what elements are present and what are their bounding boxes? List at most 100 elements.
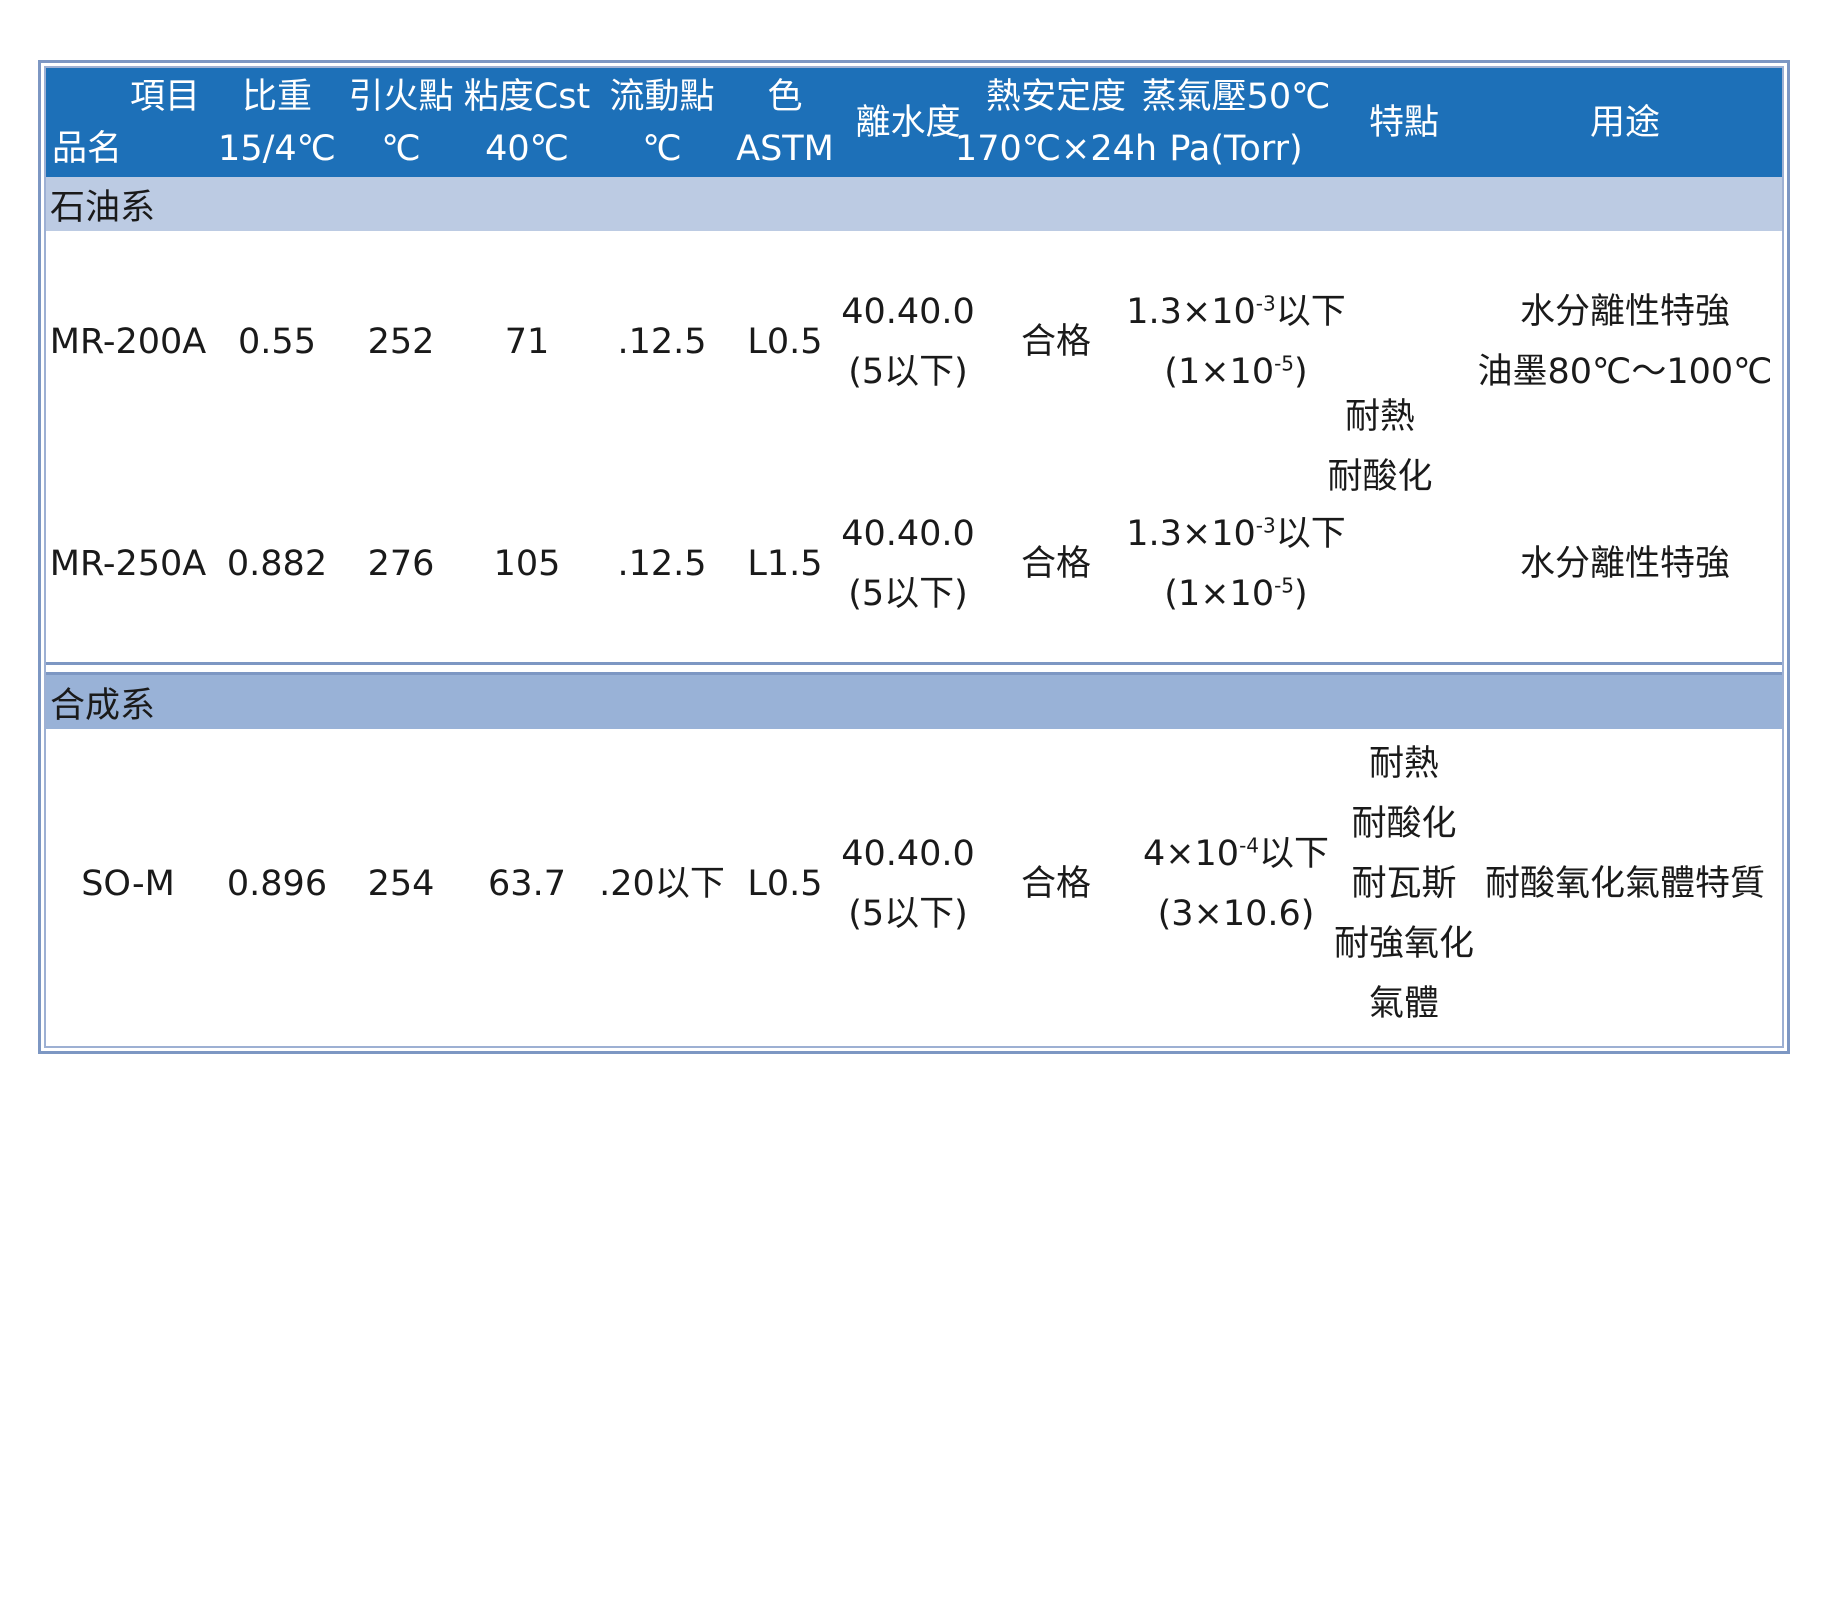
header-usage-label: 用途 xyxy=(1589,102,1660,143)
vapor-torr-base: (3×10.6) xyxy=(1157,894,1315,934)
header-color: 色 ASTM xyxy=(728,68,842,177)
cell-usage: 水分離性特強 油墨80℃～100℃ xyxy=(1474,271,1776,413)
header-feature-label: 特點 xyxy=(1368,102,1439,143)
table-row: MR-250A 0.882 276 105 .12.5 L1.5 40.40.0… xyxy=(46,493,1776,635)
header-flash: 引火點 ℃ xyxy=(344,68,458,177)
header-viscosity: 粘度Cst 40℃ xyxy=(458,68,596,177)
table-row: SO-M 0.896 254 63.7 .20以下 L0.5 40.40.0 (… xyxy=(46,729,1776,1039)
vapor-torr-tail: ) xyxy=(1294,574,1308,614)
cell-vapor: 1.3×10-3以下 (1×10-5) xyxy=(1126,493,1346,635)
vapor-torr: (1×10-5) xyxy=(1164,342,1307,402)
cell-feature: 耐熱 耐酸化 耐瓦斯 耐強氧化 氣體 xyxy=(1334,729,1474,1039)
group-body-synthetic: SO-M 0.896 254 63.7 .20以下 L0.5 40.40.0 (… xyxy=(46,729,1782,1039)
cell-usage: 水分離性特強 xyxy=(1474,493,1776,635)
cell-pour: .20以下 xyxy=(599,864,725,904)
vapor-torr: (1×10-5) xyxy=(1164,564,1307,624)
header-gravity: 比重 15/4℃ xyxy=(210,68,344,177)
feature-line: 耐酸化 xyxy=(1351,804,1457,844)
header-vapor: 蒸氣壓50℃ Pa(Torr) xyxy=(1138,68,1334,177)
feature-line: 耐強氧化 xyxy=(1334,924,1475,964)
usage-line: 油墨80℃～100℃ xyxy=(1477,352,1773,392)
cell-pour: .12.5 xyxy=(617,322,707,362)
vapor-torr-exp: -5 xyxy=(1274,573,1295,598)
demulsibility-limit: (5以下) xyxy=(848,894,968,934)
vapor-torr-base: (1×10 xyxy=(1164,574,1275,614)
cell-vapor: 1.3×10-3以下 (1×10-5) xyxy=(1126,271,1346,413)
header-pour: 流動點 ℃ xyxy=(596,68,728,177)
cell-name: MR-200A xyxy=(49,322,207,362)
header-gravity-unit: 15/4℃ xyxy=(218,128,336,169)
vapor-pa-base: 4×10 xyxy=(1142,834,1240,874)
header-pour-unit: ℃ xyxy=(642,128,682,169)
cell-gravity: 0.55 xyxy=(238,322,316,362)
cell-thermal: 合格 xyxy=(1020,864,1091,904)
feature-line: 耐酸化 xyxy=(1327,456,1433,497)
vapor-pa-tail: 以下 xyxy=(1259,834,1330,874)
cell-flash: 276 xyxy=(367,544,435,584)
table-header: 項目 品名 比重 15/4℃ 引火點 ℃ 粘度Cst 40℃ 流動點 ℃ 色 A… xyxy=(46,68,1782,177)
header-feature: 特點 xyxy=(1334,68,1474,177)
spec-table: 項目 品名 比重 15/4℃ 引火點 ℃ 粘度Cst 40℃ 流動點 ℃ 色 A… xyxy=(44,66,1784,1048)
cell-color: L1.5 xyxy=(747,544,823,584)
header-thermal-label: 熱安定度 xyxy=(985,76,1126,117)
cell-viscosity: 71 xyxy=(504,322,550,362)
cell-color: L0.5 xyxy=(747,864,823,904)
vapor-pa-exp: -4 xyxy=(1239,833,1260,858)
cell-demulsibility: 40.40.0 (5以下) xyxy=(841,493,975,635)
header-name-product: 品名 xyxy=(52,128,123,169)
demulsibility-value: 40.40.0 xyxy=(841,292,975,332)
header-thermal: 熱安定度 170℃×24h xyxy=(955,68,1157,177)
header-name-item: 項目 xyxy=(129,76,200,117)
cell-name: MR-250A xyxy=(49,544,207,584)
group-body-petroleum: MR-200A 0.55 252 71 .12.5 L0.5 40.40.0 (… xyxy=(46,231,1782,662)
cell-viscosity: 105 xyxy=(493,544,561,584)
cell-feature-merged: 耐熱 耐酸化 xyxy=(1310,231,1450,662)
cell-viscosity: 63.7 xyxy=(488,864,566,904)
vapor-pa-base: 1.3×10 xyxy=(1126,292,1256,332)
cell-demulsibility: 40.40.0 (5以下) xyxy=(841,271,975,413)
header-viscosity-label: 粘度Cst xyxy=(463,76,591,117)
header-gravity-label: 比重 xyxy=(241,76,312,117)
cell-pour: .12.5 xyxy=(617,544,707,584)
vapor-torr-base: (1×10 xyxy=(1164,352,1275,392)
feature-line: 氣體 xyxy=(1368,984,1439,1024)
header-vapor-label: 蒸氣壓50℃ xyxy=(1141,76,1331,117)
usage-line: 水分離性特強 xyxy=(1519,544,1730,584)
header-usage: 用途 xyxy=(1474,68,1776,177)
demulsibility-value: 40.40.0 xyxy=(841,834,975,874)
header-viscosity-unit: 40℃ xyxy=(485,128,569,169)
header-vapor-unit: Pa(Torr) xyxy=(1169,128,1303,169)
vapor-pa-exp: -3 xyxy=(1255,291,1276,316)
group-title-synthetic: 合成系 xyxy=(46,675,1782,729)
cell-flash: 252 xyxy=(367,322,435,362)
vapor-pa-exp: -3 xyxy=(1255,513,1276,538)
spec-table-frame: 項目 品名 比重 15/4℃ 引火點 ℃ 粘度Cst 40℃ 流動點 ℃ 色 A… xyxy=(38,60,1790,1054)
vapor-pa-base: 1.3×10 xyxy=(1126,514,1256,554)
usage-line: 水分離性特強 xyxy=(1519,292,1730,332)
header-flash-label: 引火點 xyxy=(348,76,454,117)
cell-color: L0.5 xyxy=(747,322,823,362)
table-row: MR-200A 0.55 252 71 .12.5 L0.5 40.40.0 (… xyxy=(46,271,1776,413)
header-flash-unit: ℃ xyxy=(381,128,421,169)
cell-flash: 254 xyxy=(367,864,435,904)
feature-line: 耐熱 xyxy=(1368,744,1439,784)
cell-vapor: 4×10-4以下 (3×10.6) xyxy=(1138,729,1334,1039)
demulsibility-limit: (5以下) xyxy=(848,352,968,392)
vapor-torr-exp: -5 xyxy=(1274,351,1295,376)
header-color-unit: ASTM xyxy=(736,128,834,169)
header-thermal-unit: 170℃×24h xyxy=(954,128,1158,169)
group-separator xyxy=(46,662,1782,675)
vapor-torr-tail: ) xyxy=(1294,352,1308,392)
cell-gravity: 0.882 xyxy=(226,544,328,584)
group-title-petroleum: 石油系 xyxy=(46,177,1782,231)
demulsibility-value: 40.40.0 xyxy=(841,514,975,554)
usage-line: 耐酸氧化氣體特質 xyxy=(1484,864,1765,904)
header-color-label: 色 xyxy=(767,76,803,117)
cell-thermal: 合格 xyxy=(1020,544,1091,584)
header-demulsibility-label: 離水度 xyxy=(855,102,961,143)
feature-line: 耐熱 xyxy=(1344,396,1415,437)
feature-line: 耐瓦斯 xyxy=(1351,864,1457,904)
cell-usage: 耐酸氧化氣體特質 xyxy=(1474,729,1776,1039)
demulsibility-limit: (5以下) xyxy=(848,574,968,614)
header-pour-label: 流動點 xyxy=(609,76,715,117)
